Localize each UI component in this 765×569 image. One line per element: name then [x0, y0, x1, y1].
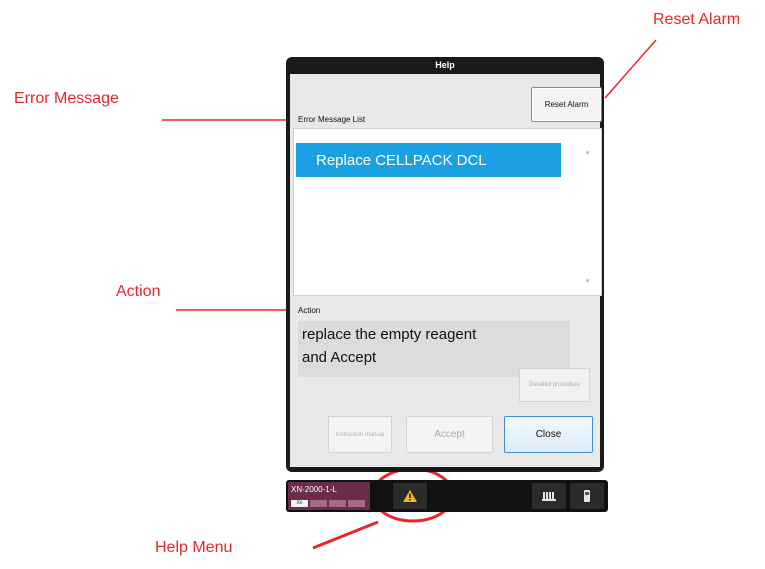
detailed-procedure-button[interactable]: Detailed procedure	[519, 368, 590, 402]
rack-icon	[542, 492, 556, 501]
instruction-manual-button[interactable]: Instruction manual	[328, 416, 392, 453]
error-message-list-label: Error Message List	[298, 115, 366, 124]
reset-alarm-button[interactable]: Reset Alarm	[531, 87, 602, 122]
help-menu-annotation: Help Menu	[155, 539, 233, 556]
warning-triangle-icon	[403, 490, 417, 502]
close-button[interactable]: Close	[504, 416, 593, 453]
reset-alarm-pointer	[604, 39, 657, 99]
tube-button[interactable]	[570, 483, 604, 509]
action-annotation: Action	[116, 283, 161, 300]
action-label: Action	[298, 306, 321, 315]
scroll-up-indicator[interactable]	[586, 151, 589, 154]
help-dialog-window: Help Error Message List Reset Alarm Repl…	[286, 57, 604, 472]
analyzer-model-label: XN-2000-1-L	[291, 485, 337, 494]
mode-chip: Xn	[291, 500, 308, 507]
help-menu-pointer	[312, 520, 379, 550]
dialog-body: Error Message List Reset Alarm Replace C…	[290, 74, 602, 467]
accept-button[interactable]: Accept	[406, 416, 493, 453]
action-text-line-2: and Accept	[302, 349, 377, 366]
error-message-list[interactable]: Replace CELLPACK DCL	[293, 128, 602, 296]
mode-chip	[329, 500, 346, 507]
mode-chip	[348, 500, 365, 507]
tube-icon	[584, 490, 590, 502]
scroll-down-indicator[interactable]	[586, 279, 589, 282]
error-list-item-selected[interactable]: Replace CELLPACK DCL	[296, 143, 561, 177]
error-message-annotation: Error Message	[14, 90, 119, 107]
mode-chip	[310, 500, 327, 507]
analyzer-mode-chips: Xn	[291, 500, 365, 507]
reset-alarm-annotation: Reset Alarm	[653, 11, 741, 28]
status-taskbar: XN-2000-1-L Xn	[286, 480, 608, 512]
help-menu-button[interactable]	[393, 483, 427, 509]
analyzer-tile[interactable]: XN-2000-1-L Xn	[288, 482, 370, 510]
dialog-title: Help	[435, 60, 455, 70]
rack-button[interactable]	[532, 483, 566, 509]
action-text-line-1: replace the empty reagent	[302, 326, 477, 343]
